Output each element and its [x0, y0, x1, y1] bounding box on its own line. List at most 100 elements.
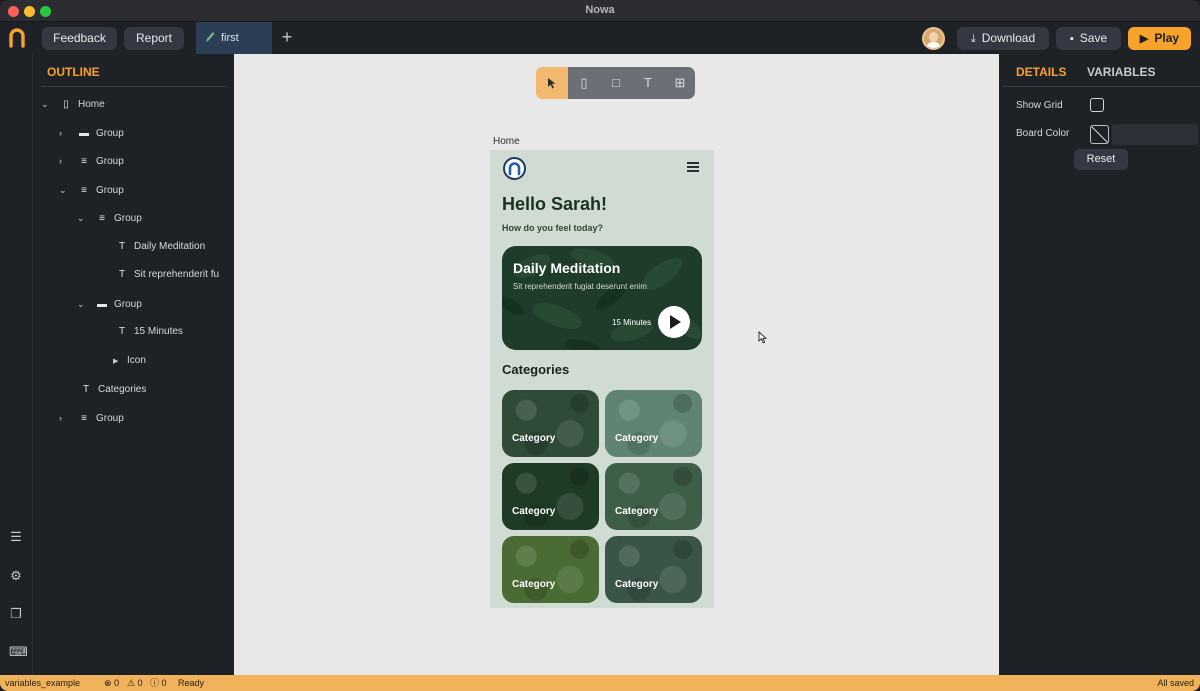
tree-item-group[interactable]: ⌄ ≡ Group — [77, 207, 142, 229]
tree-item-text[interactable]: T Daily Meditation — [109, 236, 205, 258]
play-circle-icon[interactable] — [658, 306, 690, 338]
infos-count[interactable]: ⓘ 0 — [150, 675, 167, 691]
hero-title: Daily Meditation — [513, 260, 621, 276]
warnings-count[interactable]: ⚠ 0 — [127, 675, 143, 691]
feedback-button[interactable]: Feedback — [42, 27, 117, 50]
project-name[interactable]: variables_example — [5, 675, 80, 691]
tree-item-group[interactable]: › ▬ Group — [59, 122, 124, 144]
reset-button[interactable]: Reset — [1074, 149, 1128, 170]
tree-item-group[interactable]: ⌄ ▬ Group — [77, 293, 142, 315]
warning-icon: ⚠ — [127, 678, 136, 688]
design-canvas[interactable]: ▯ □ T ⊞ Home Hello Sarah! How do you fee… — [234, 54, 999, 675]
phone-frame[interactable]: Hello Sarah! How do you feel today? Dail… — [490, 150, 714, 608]
chevron-right-icon[interactable]: › — [59, 122, 71, 144]
tree-item-label: Group — [96, 156, 124, 167]
chevron-down-icon[interactable]: ⌄ — [77, 293, 89, 315]
show-grid-checkbox[interactable] — [1090, 98, 1104, 112]
play-button[interactable]: ▶ Play — [1128, 27, 1191, 50]
status-bar: variables_example ⊗ 0 ⚠ 0 ⓘ 0 Ready All … — [0, 675, 1200, 691]
category-card[interactable]: Category — [502, 390, 599, 457]
tree-item-label: Home — [78, 99, 105, 110]
layers-icon[interactable]: ☰ — [9, 530, 23, 544]
text-icon: T — [118, 269, 126, 280]
triangle-right-icon[interactable]: ▶ — [113, 351, 125, 373]
category-label: Category — [512, 433, 556, 444]
keyboard-icon[interactable]: ⌨ — [9, 645, 28, 659]
chevron-down-icon[interactable]: ⌄ — [59, 179, 71, 201]
tree-item-label: Icon — [127, 355, 146, 366]
canvas-toolbar: ▯ □ T ⊞ — [536, 67, 695, 99]
category-label: Category — [512, 506, 556, 517]
folder-icon[interactable]: ❐ — [9, 607, 23, 621]
components-tool-icon[interactable]: ⊞ — [664, 67, 696, 99]
report-button[interactable]: Report — [124, 27, 184, 50]
tree-item-group[interactable]: › ≡ Group — [59, 150, 124, 172]
hamburger-menu-icon[interactable] — [687, 162, 699, 172]
board-color-swatch[interactable] — [1090, 125, 1109, 144]
chevron-right-icon[interactable]: › — [59, 150, 71, 172]
tree-item-text[interactable]: T Categories — [73, 379, 146, 401]
tree-item-label: Categories — [98, 384, 147, 395]
tab-variables[interactable]: VARIABLES — [1087, 65, 1155, 79]
app-logo-icon[interactable] — [503, 157, 526, 180]
tab-first[interactable]: first — [196, 22, 272, 54]
floppy-disk-icon: ▪ — [1069, 33, 1074, 45]
tree-item-home[interactable]: ⌄ ▯ Home — [41, 93, 105, 115]
select-tool-icon[interactable] — [536, 67, 568, 99]
hero-duration: 15 Minutes — [612, 318, 652, 327]
category-card[interactable]: Category — [605, 463, 702, 530]
text-tool-icon[interactable]: T — [632, 67, 664, 99]
tab-details[interactable]: DETAILS — [1016, 65, 1066, 79]
download-button[interactable]: ⤓ Download — [957, 27, 1049, 50]
infos-value: 0 — [161, 678, 167, 688]
save-status: All saved — [1157, 678, 1194, 688]
frame-label[interactable]: Home — [493, 136, 520, 147]
outline-panel: OUTLINE ⌄ ▯ Home › ▬ Group › ≡ Group ⌄ ≡ Group ⌄… — [33, 54, 234, 675]
gear-icon[interactable]: ⚙ — [9, 569, 23, 583]
chevron-down-icon[interactable]: ⌄ — [77, 207, 89, 229]
play-label: Play — [1154, 31, 1180, 45]
rows-icon: ≡ — [81, 185, 87, 196]
error-icon: ⊗ — [104, 678, 112, 688]
phone-icon: ▯ — [63, 99, 69, 110]
tree-item-group[interactable]: › ≡ Group — [59, 407, 124, 429]
greeting-subtitle[interactable]: How do you feel today? — [502, 223, 603, 233]
avatar[interactable] — [922, 27, 945, 50]
save-button[interactable]: ▪ Save — [1056, 27, 1121, 50]
nowa-logo-icon — [9, 28, 25, 48]
details-panel: DETAILS VARIABLES Show Grid Board Color … — [999, 54, 1200, 675]
board-color-label: Board Color — [1016, 128, 1070, 139]
ready-status: Ready — [178, 678, 205, 688]
tree-item-icon[interactable]: ▶ Icon — [113, 350, 146, 372]
title-bar: Nowa — [0, 0, 1200, 22]
category-label: Category — [512, 579, 556, 590]
board-color-presets[interactable] — [1112, 124, 1198, 145]
download-label: Download — [981, 31, 1036, 45]
daily-meditation-card[interactable]: Daily Meditation Sit reprehenderit fugia… — [502, 246, 702, 350]
details-divider — [1003, 86, 1200, 87]
add-tab-button[interactable]: + — [278, 26, 296, 48]
chevron-right-icon[interactable]: › — [59, 407, 71, 429]
category-label: Category — [615, 579, 659, 590]
show-grid-label: Show Grid — [1016, 100, 1063, 111]
category-card[interactable]: Category — [502, 536, 599, 603]
rows-icon: ≡ — [81, 413, 87, 424]
category-card[interactable]: Category — [605, 390, 702, 457]
category-card[interactable]: Category — [502, 463, 599, 530]
errors-count[interactable]: ⊗ 0 — [104, 675, 119, 691]
hero-subtitle: Sit reprehenderit fugiat deserunt enim — [513, 282, 647, 291]
rows-icon: ≡ — [81, 156, 87, 167]
categories-heading[interactable]: Categories — [502, 362, 569, 377]
tree-item-text[interactable]: T Sit reprehenderit fu — [109, 264, 219, 286]
frame-tool-icon[interactable]: □ — [600, 67, 632, 99]
greeting-heading[interactable]: Hello Sarah! — [502, 194, 607, 215]
chevron-down-icon[interactable]: ⌄ — [41, 93, 53, 115]
tree-item-group[interactable]: ⌄ ≡ Group — [59, 179, 124, 201]
phone-tool-icon[interactable]: ▯ — [568, 67, 600, 99]
mouse-cursor-icon — [758, 331, 768, 344]
tree-item-text[interactable]: T 15 Minutes — [109, 321, 183, 343]
tree-item-label: Group — [96, 128, 124, 139]
category-card[interactable]: Category — [605, 536, 702, 603]
info-icon: ⓘ — [150, 678, 160, 688]
play-icon: ▶ — [1139, 33, 1149, 45]
